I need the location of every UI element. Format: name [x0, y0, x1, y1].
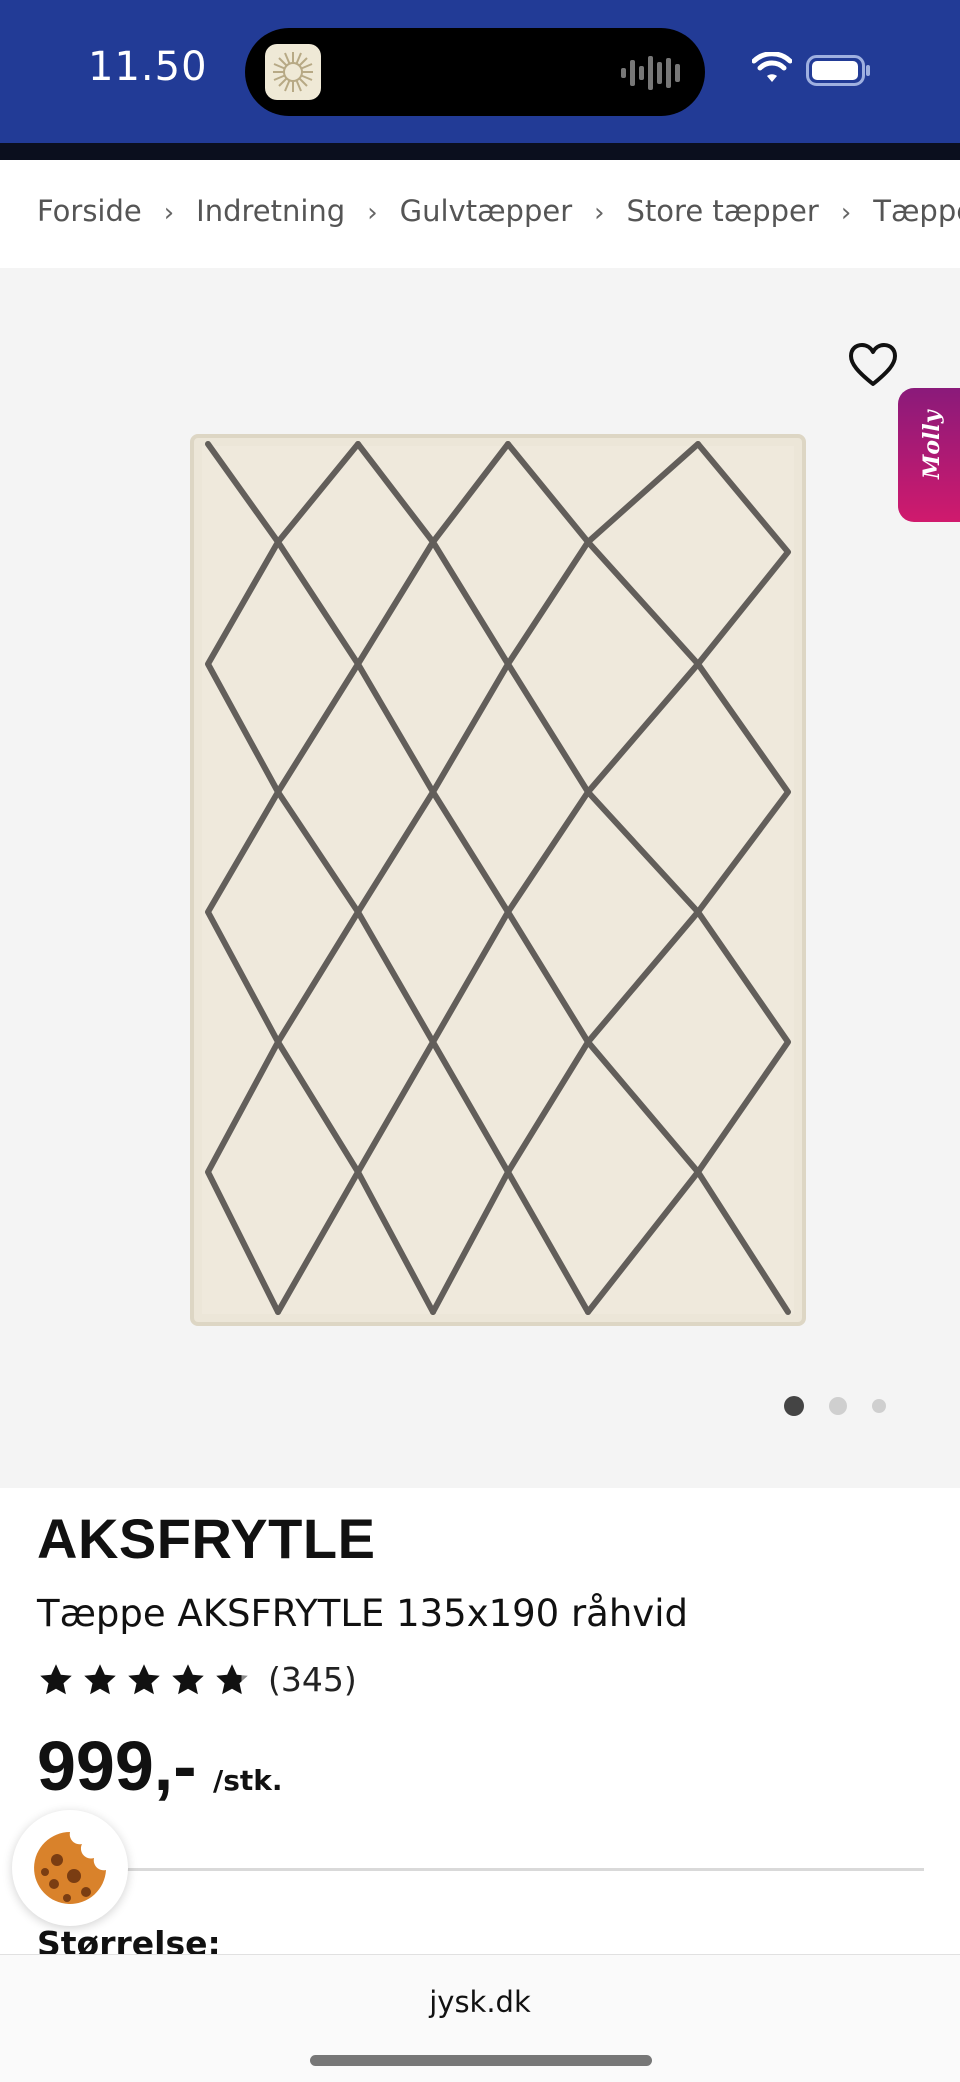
- chevron-right-icon: ›: [840, 198, 852, 228]
- heart-icon[interactable]: [848, 342, 898, 388]
- battery-icon: [806, 55, 870, 86]
- product-title: Tæppe AKSFRYTLE 135x190 råhvid: [37, 1592, 688, 1635]
- browser-address-bar[interactable]: jysk.dk: [0, 1954, 960, 2082]
- chevron-right-icon: ›: [367, 198, 378, 228]
- molly-assistant-tab[interactable]: Molly: [898, 388, 960, 522]
- cookie-settings-button[interactable]: [12, 1810, 128, 1926]
- molly-label: Molly: [919, 410, 945, 479]
- status-time: 11.50: [88, 44, 208, 90]
- chevron-right-icon: ›: [594, 198, 605, 228]
- home-indicator[interactable]: [310, 2055, 652, 2066]
- url-text[interactable]: jysk.dk: [0, 1985, 960, 2019]
- star-partial-icon: [216, 1664, 248, 1695]
- breadcrumb-item-forside[interactable]: Forside: [37, 194, 142, 228]
- star-icon: [40, 1664, 72, 1695]
- live-activity-app-icon: [265, 44, 321, 100]
- dynamic-island: [245, 28, 705, 116]
- product-price: 999,-: [37, 1727, 197, 1805]
- cookie-icon: [34, 1832, 106, 1904]
- star-icon: [128, 1664, 160, 1695]
- wifi-icon: [752, 52, 792, 82]
- product-image-rug[interactable]: [188, 432, 808, 1328]
- breadcrumb-item-indretning[interactable]: Indretning: [196, 194, 345, 228]
- breadcrumb-item-gulvtaepper[interactable]: Gulvtæpper: [400, 194, 573, 228]
- header-strip: [0, 143, 960, 160]
- audio-waveform-icon: [621, 56, 680, 90]
- breadcrumb-item-taeppe[interactable]: Tæppe: [873, 194, 960, 228]
- breadcrumb-item-store-taepper[interactable]: Store tæpper: [627, 194, 819, 228]
- breadcrumb: Forside › Indretning › Gulvtæpper › Store tæpp…: [0, 160, 960, 268]
- product-brand: AKSFRYTLE: [37, 1507, 376, 1570]
- status-bar: 11.50: [0, 0, 960, 143]
- gallery-pagination-dots[interactable]: [782, 1396, 892, 1416]
- star-icon: [84, 1664, 116, 1695]
- divider: [110, 1868, 924, 1871]
- review-count[interactable]: (345): [268, 1660, 357, 1699]
- chevron-right-icon: ›: [163, 198, 175, 228]
- star-icon: [172, 1664, 204, 1695]
- rating-stars[interactable]: [37, 1662, 257, 1698]
- price-unit: /stk.: [213, 1764, 283, 1797]
